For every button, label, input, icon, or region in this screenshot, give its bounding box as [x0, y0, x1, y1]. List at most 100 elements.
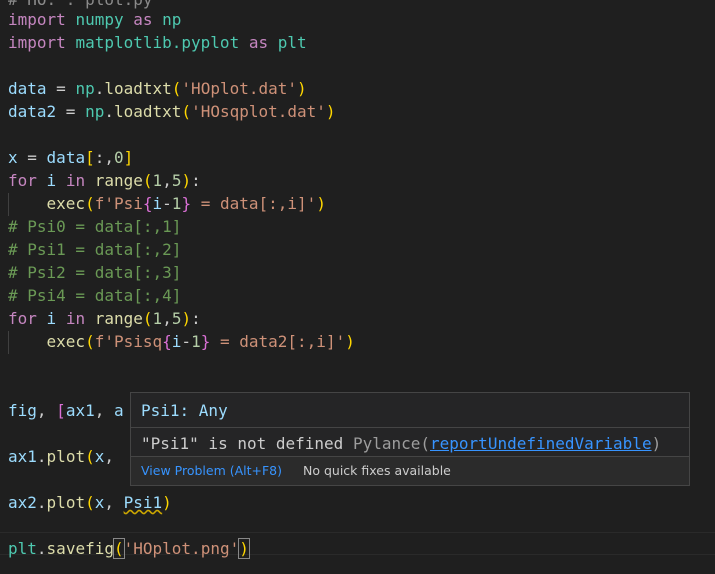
- code-token: # Psi0 = data[:,1]: [8, 217, 182, 236]
- code-token: -: [162, 194, 172, 213]
- code-token: i: [46, 309, 57, 328]
- code-token: (: [171, 79, 182, 98]
- code-token: fig: [8, 401, 37, 420]
- code-line[interactable]: fig, [ax1, a: [8, 399, 124, 422]
- code-token: 0: [113, 148, 124, 167]
- code-line[interactable]: for i in range(1,5):: [8, 307, 201, 330]
- code-token: (: [142, 309, 153, 328]
- code-token: ): [297, 79, 307, 98]
- code-token: x: [94, 493, 105, 512]
- rule-close-paren: ): [651, 434, 662, 453]
- code-token: :: [191, 171, 201, 190]
- code-token: {: [162, 332, 172, 351]
- code-token: np: [85, 102, 105, 121]
- diagnostic-message: "Psi1" is not defined: [141, 434, 344, 453]
- code-token: =: [46, 79, 76, 98]
- code-token: (: [85, 332, 95, 351]
- code-token: plot: [46, 447, 86, 466]
- code-token: ,: [36, 401, 57, 420]
- code-line[interactable]: exec(f'Psi{i-1} = data[:,i]'): [8, 192, 326, 215]
- code-token: .: [36, 447, 47, 466]
- code-token: import: [8, 10, 66, 29]
- code-line[interactable]: # Psi0 = data[:,1]: [8, 215, 181, 238]
- code-token: (: [85, 493, 95, 512]
- code-token: import: [8, 33, 66, 52]
- code-token: np: [162, 10, 182, 29]
- code-token: # Psi1 = data[:,2]: [8, 240, 182, 259]
- code-token: ): [181, 171, 192, 190]
- code-token: =: [17, 148, 47, 167]
- hover-signature: Psi1: Any: [141, 399, 228, 423]
- code-token: ax2: [8, 493, 37, 512]
- code-token: matplotlib.pyplot: [75, 33, 240, 52]
- code-line[interactable]: ax2.plot(x, Psi1): [8, 491, 172, 514]
- no-quick-fixes-text: No quick fixes available: [303, 463, 451, 478]
- code-token: ax1: [65, 401, 95, 420]
- code-token: ): [238, 538, 250, 559]
- code-token: ): [162, 493, 172, 512]
- code-token: plt: [8, 539, 37, 558]
- code-line[interactable]: data = np.loadtxt('HOplot.dat'): [8, 77, 307, 100]
- code-token: f'Psisq: [94, 332, 163, 351]
- code-line[interactable]: x = data[:,0]: [8, 146, 133, 169]
- view-problem-link[interactable]: View Problem (Alt+F8): [141, 457, 282, 484]
- rule-open-paren: (: [420, 434, 431, 453]
- code-token: .: [94, 79, 105, 98]
- code-token: ,: [162, 171, 172, 190]
- code-line[interactable]: plt.savefig('HOplot.png'): [8, 537, 250, 560]
- diagnostic-rule-link[interactable]: reportUndefinedVariable: [430, 434, 652, 453]
- code-token: }: [200, 332, 211, 351]
- code-token: .: [36, 493, 47, 512]
- code-token: x: [8, 148, 18, 167]
- undefined-variable-token: Psi1: [123, 493, 163, 512]
- code-line[interactable]: exec(f'Psisq{i-1} = data2[:,i]'): [8, 330, 355, 353]
- code-line[interactable]: import numpy as np: [8, 8, 181, 31]
- code-token: x: [94, 447, 105, 466]
- code-line[interactable]: import matplotlib.pyplot as plt: [8, 31, 307, 54]
- code-token: :,: [94, 148, 114, 167]
- code-token: ]: [123, 148, 134, 167]
- hover-divider: [131, 427, 689, 428]
- code-token: ,: [94, 401, 114, 420]
- code-token: data2: [8, 102, 57, 121]
- code-token: exec: [46, 194, 86, 213]
- code-token: (: [85, 447, 95, 466]
- code-token: for: [8, 309, 37, 328]
- code-token: plot: [46, 493, 86, 512]
- code-token: .: [36, 539, 47, 558]
- code-line[interactable]: # Psi2 = data[:,3]: [8, 261, 181, 284]
- code-line[interactable]: for i in range(1,5):: [8, 169, 201, 192]
- code-token: }: [181, 194, 192, 213]
- code-token: as: [248, 33, 269, 52]
- code-line[interactable]: # Psi4 = data[:,4]: [8, 284, 181, 307]
- code-token: for: [8, 171, 37, 190]
- code-token: 1: [171, 194, 182, 213]
- code-line[interactable]: # Psi1 = data[:,2]: [8, 238, 181, 261]
- code-token: (: [113, 538, 125, 559]
- code-token: 1: [152, 309, 163, 328]
- hover-tooltip: Psi1: Any "Psi1" is not defined Pylance(…: [130, 392, 690, 486]
- code-token: ): [345, 332, 355, 351]
- hover-status-bar: View Problem (Alt+F8) No quick fixes ava…: [131, 456, 689, 485]
- code-line[interactable]: ax1.plot(x,: [8, 445, 124, 468]
- code-token: 'HOplot.png': [123, 539, 240, 558]
- code-editor[interactable]: # HO. . plot.py import numpy as npimport…: [0, 0, 715, 574]
- code-token: loadtxt: [113, 102, 182, 121]
- diagnostic-source: Pylance: [352, 434, 421, 453]
- code-token: ,: [162, 309, 172, 328]
- code-line[interactable]: data2 = np.loadtxt('HOsqplot.dat'): [8, 100, 336, 123]
- code-token: i: [46, 171, 57, 190]
- code-token: f'Psi: [94, 194, 143, 213]
